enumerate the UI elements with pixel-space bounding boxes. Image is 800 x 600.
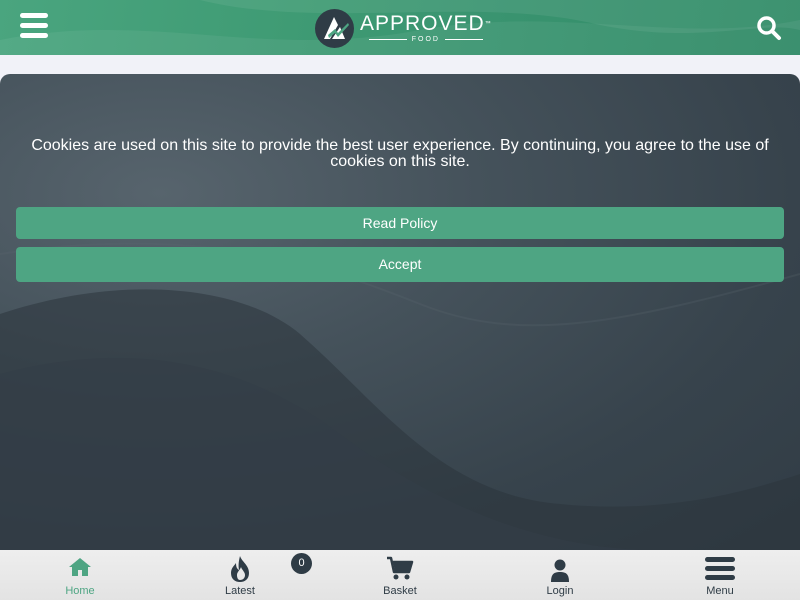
nav-menu-label: Menu [706, 585, 734, 597]
cookie-consent-panel: Cookies are used on this site to provide… [0, 74, 800, 550]
search-button[interactable] [756, 15, 782, 41]
basket-count-badge: 0 [291, 553, 312, 574]
cookie-message: Cookies are used on this site to provide… [31, 137, 769, 170]
main-menu-button[interactable] [20, 13, 48, 39]
search-icon [757, 16, 781, 40]
logo-wordmark: APPROVED™ [360, 11, 492, 35]
bottom-navigation: Home Latest Basket Login Menu 0 [0, 550, 800, 600]
read-policy-button[interactable]: Read Policy [16, 207, 784, 239]
cart-icon [387, 556, 414, 580]
hamburger-bar [20, 33, 48, 38]
header: APPROVED™ FOOD [0, 0, 800, 55]
nav-login-label: Login [546, 585, 574, 597]
hamburger-icon [20, 13, 48, 18]
logo-mark-icon [315, 8, 354, 48]
logo-subline: FOOD [364, 35, 488, 44]
hamburger-bar [20, 23, 48, 28]
user-icon [551, 559, 569, 582]
nav-latest-label: Latest [225, 585, 255, 597]
nav-login[interactable]: Login [480, 550, 640, 600]
nav-basket[interactable]: Basket [320, 550, 480, 600]
logo-word: APPROVED [360, 11, 485, 35]
logo-sub-text: FOOD [411, 35, 440, 43]
logo-trademark: ™ [484, 20, 492, 27]
accept-cookies-button[interactable]: Accept [16, 247, 784, 282]
logo-sub-line-left [368, 38, 407, 40]
menu-icon [705, 557, 735, 580]
nav-menu[interactable]: Menu [640, 550, 800, 600]
nav-basket-label: Basket [383, 585, 417, 597]
home-icon [69, 558, 91, 576]
logo-sub-line-right [444, 38, 483, 40]
nav-home-label: Home [65, 585, 95, 597]
nav-home[interactable]: Home [0, 550, 160, 600]
logo-text: APPROVED™ FOOD [360, 11, 492, 44]
flame-icon [231, 556, 249, 582]
approved-food-logo[interactable]: APPROVED™ FOOD [315, 8, 492, 48]
